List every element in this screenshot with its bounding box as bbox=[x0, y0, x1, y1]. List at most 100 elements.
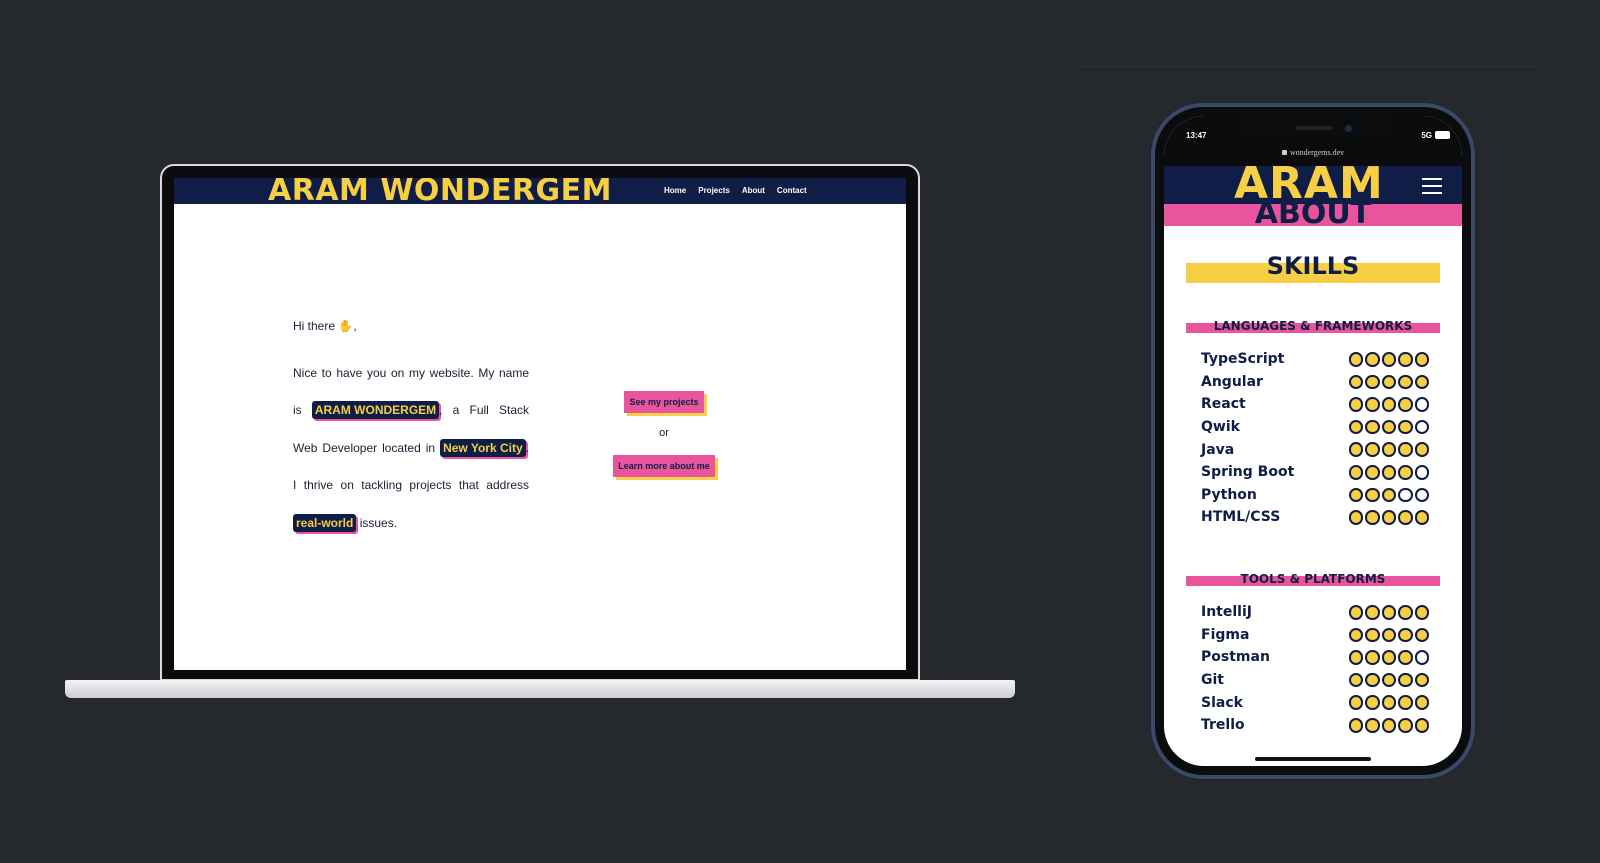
rating-dot-filled bbox=[1398, 465, 1413, 480]
rating-dot-filled bbox=[1398, 718, 1413, 733]
rating-dot-filled bbox=[1348, 695, 1363, 710]
rating-dot-filled bbox=[1414, 374, 1429, 390]
rating-dot-filled bbox=[1348, 465, 1363, 480]
rating-dot-filled bbox=[1398, 605, 1413, 620]
learn-more-button[interactable]: Learn more about me bbox=[613, 455, 715, 477]
rating-dot-empty bbox=[1398, 487, 1413, 503]
rating-dot-filled bbox=[1365, 465, 1380, 480]
rating-dot-filled bbox=[1398, 442, 1413, 457]
phone-speaker bbox=[1295, 126, 1333, 130]
skill-rating bbox=[1348, 605, 1429, 620]
rating-dot-filled bbox=[1348, 672, 1363, 688]
skill-row: Git bbox=[1201, 669, 1429, 692]
rating-dot-filled bbox=[1414, 718, 1429, 733]
rating-dot-filled bbox=[1381, 650, 1396, 665]
rating-dot-filled bbox=[1348, 605, 1363, 620]
phone-screen: 13:47 5G wondergems.dev ARAM ABOUT SKILL… bbox=[1164, 116, 1462, 766]
highlight-name: ARAM WONDERGEM bbox=[311, 401, 440, 420]
rating-dot-filled bbox=[1365, 650, 1380, 665]
site-header: ARAM WONDERGEM Home Projects About Conta… bbox=[174, 178, 906, 204]
rating-dot-filled bbox=[1381, 627, 1396, 643]
see-projects-button[interactable]: See my projects bbox=[624, 391, 704, 413]
rating-dot-filled bbox=[1398, 695, 1413, 710]
intro-text: Hi there ✋, Nice to have you on my websi… bbox=[293, 318, 529, 542]
rating-dot-filled bbox=[1365, 442, 1380, 457]
skill-rating bbox=[1348, 487, 1429, 503]
rating-dot-filled bbox=[1381, 419, 1396, 435]
rating-dot-filled bbox=[1365, 510, 1380, 525]
rating-dot-filled bbox=[1381, 605, 1396, 620]
rating-dot-filled bbox=[1398, 419, 1413, 435]
skill-name: Java bbox=[1201, 441, 1235, 458]
rating-dot-filled bbox=[1398, 627, 1413, 643]
skill-name: TypeScript bbox=[1201, 351, 1285, 368]
skill-rating bbox=[1348, 627, 1429, 643]
rating-dot-filled bbox=[1381, 510, 1396, 525]
skill-name: Python bbox=[1201, 486, 1257, 503]
home-indicator[interactable] bbox=[1255, 757, 1371, 761]
skill-name: Trello bbox=[1201, 717, 1245, 734]
rating-dot-filled bbox=[1398, 650, 1413, 665]
nav-projects[interactable]: Projects bbox=[698, 186, 730, 195]
skill-rating bbox=[1348, 397, 1429, 412]
rating-dot-filled bbox=[1365, 419, 1380, 435]
skill-name: HTML/CSS bbox=[1201, 509, 1281, 526]
skill-row: Angular bbox=[1201, 371, 1429, 394]
site-logo[interactable]: ARAM WONDERGEM bbox=[268, 178, 612, 204]
rating-dot-filled bbox=[1381, 352, 1396, 367]
rating-dot-filled bbox=[1365, 352, 1380, 367]
highlight-real-world: real-world bbox=[293, 513, 357, 532]
skill-row: React bbox=[1201, 393, 1429, 416]
rating-dot-filled bbox=[1414, 442, 1429, 457]
page-title: ABOUT bbox=[1254, 204, 1372, 226]
phone-camera bbox=[1345, 125, 1352, 132]
rating-dot-filled bbox=[1365, 374, 1380, 390]
rating-dot-filled bbox=[1381, 718, 1396, 733]
nav-about[interactable]: About bbox=[742, 186, 765, 195]
rating-dot-filled bbox=[1381, 465, 1396, 480]
lock-icon bbox=[1281, 150, 1287, 155]
highlight-location: New York City bbox=[440, 438, 526, 457]
skill-row: Slack bbox=[1201, 691, 1429, 714]
rating-dot-filled bbox=[1348, 627, 1363, 643]
rating-dot-filled bbox=[1414, 672, 1429, 688]
mobile-logo[interactable]: ARAM bbox=[1234, 166, 1384, 204]
rating-dot-empty bbox=[1414, 419, 1429, 435]
rating-dot-filled bbox=[1365, 695, 1380, 710]
skill-list-languages: TypeScript Angular React Qwik Java Spring Boo… bbox=[1201, 348, 1429, 529]
rating-dot-filled bbox=[1381, 487, 1396, 503]
waving-hand-icon: ✋ bbox=[338, 319, 354, 333]
laptop-base bbox=[65, 680, 1015, 698]
rating-dot-filled bbox=[1398, 374, 1413, 390]
skill-name: Postman bbox=[1201, 649, 1270, 666]
status-time: 13:47 bbox=[1186, 131, 1207, 140]
rating-dot-filled bbox=[1348, 718, 1363, 733]
rating-dot-filled bbox=[1348, 397, 1363, 412]
skill-row: Java bbox=[1201, 438, 1429, 461]
rating-dot-filled bbox=[1381, 442, 1396, 457]
site-nav: Home Projects About Contact bbox=[664, 186, 807, 195]
rating-dot-filled bbox=[1381, 672, 1396, 688]
skill-row: IntelliJ bbox=[1201, 601, 1429, 624]
skill-rating bbox=[1348, 352, 1429, 367]
nav-contact[interactable]: Contact bbox=[777, 186, 807, 195]
skill-row: Qwik bbox=[1201, 416, 1429, 439]
skill-rating bbox=[1348, 672, 1429, 688]
cta-group: See my projects or Learn more about me bbox=[584, 390, 744, 477]
skill-row: TypeScript bbox=[1201, 348, 1429, 371]
nav-home[interactable]: Home bbox=[664, 186, 686, 195]
skills-title: SKILLS bbox=[1266, 252, 1360, 280]
skill-name: Slack bbox=[1201, 694, 1243, 711]
rating-dot-empty bbox=[1414, 397, 1429, 412]
rating-dot-filled bbox=[1348, 374, 1363, 390]
section-title-languages: LANGUAGES & FRAMEWORKS bbox=[1213, 319, 1413, 333]
greeting-comma: , bbox=[353, 319, 357, 333]
skill-name: Git bbox=[1201, 672, 1224, 689]
rating-dot-filled bbox=[1414, 695, 1429, 710]
rating-dot-filled bbox=[1414, 510, 1429, 525]
skill-rating bbox=[1348, 718, 1429, 733]
url-bar[interactable]: wondergems.dev bbox=[1164, 148, 1462, 157]
skill-rating bbox=[1348, 419, 1429, 435]
skill-row: Spring Boot bbox=[1201, 461, 1429, 484]
hamburger-menu-icon[interactable] bbox=[1422, 178, 1442, 194]
